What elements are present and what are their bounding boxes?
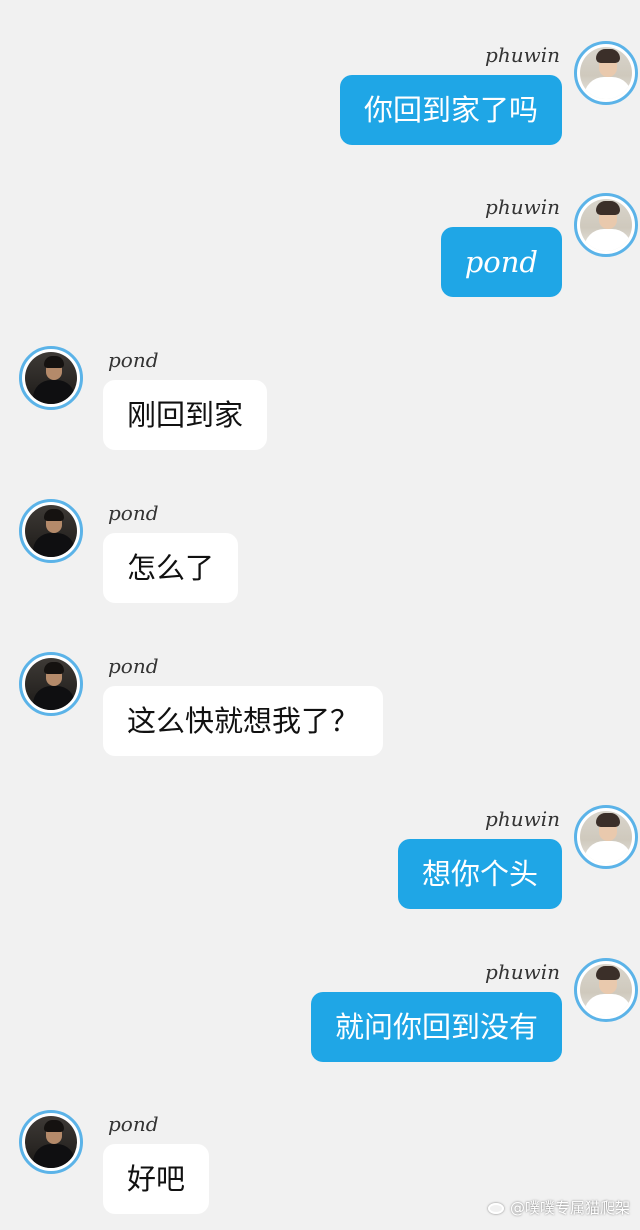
message-row: phuwin 你回到家了吗 bbox=[0, 41, 640, 161]
sender-name: phuwin bbox=[485, 960, 560, 984]
phuwin-avatar[interactable] bbox=[574, 805, 638, 869]
message-bubble[interactable]: 你回到家了吗 bbox=[339, 75, 562, 145]
sender-name: pond bbox=[108, 348, 159, 372]
phuwin-avatar[interactable] bbox=[574, 41, 638, 105]
phuwin-avatar[interactable] bbox=[574, 193, 638, 257]
message-row: pond 怎么了 bbox=[0, 499, 640, 619]
sender-name: phuwin bbox=[485, 195, 560, 219]
pond-avatar[interactable] bbox=[19, 652, 83, 716]
message-bubble[interactable]: 就问你回到没有 bbox=[310, 992, 562, 1062]
message-row: phuwin 就问你回到没有 bbox=[0, 958, 640, 1078]
sender-name: pond bbox=[108, 1112, 159, 1136]
sender-name: pond bbox=[108, 501, 159, 525]
message-row: phuwin 想你个头 bbox=[0, 805, 640, 925]
pond-avatar[interactable] bbox=[19, 499, 83, 563]
sender-name: phuwin bbox=[485, 807, 560, 831]
pond-avatar[interactable] bbox=[19, 346, 83, 410]
message-bubble[interactable]: 这么快就想我了？ bbox=[103, 686, 384, 756]
message-bubble[interactable]: 好吧 bbox=[103, 1144, 210, 1214]
message-bubble[interactable]: pond bbox=[440, 227, 562, 297]
weibo-icon bbox=[487, 1201, 506, 1215]
watermark-text: @噗噗专属猫爬架 bbox=[509, 1199, 630, 1217]
pond-avatar[interactable] bbox=[19, 1110, 83, 1174]
message-bubble[interactable]: 想你个头 bbox=[397, 839, 562, 909]
message-bubble[interactable]: 刚回到家 bbox=[103, 380, 268, 450]
sender-name: phuwin bbox=[485, 43, 560, 67]
phuwin-avatar[interactable] bbox=[574, 958, 638, 1022]
message-row: pond 这么快就想我了？ bbox=[0, 652, 640, 772]
message-row: pond 刚回到家 bbox=[0, 346, 640, 466]
watermark: @噗噗专属猫爬架 bbox=[487, 1197, 630, 1218]
message-bubble[interactable]: 怎么了 bbox=[103, 533, 239, 603]
message-row: phuwin pond bbox=[0, 193, 640, 313]
sender-name: pond bbox=[108, 654, 159, 678]
